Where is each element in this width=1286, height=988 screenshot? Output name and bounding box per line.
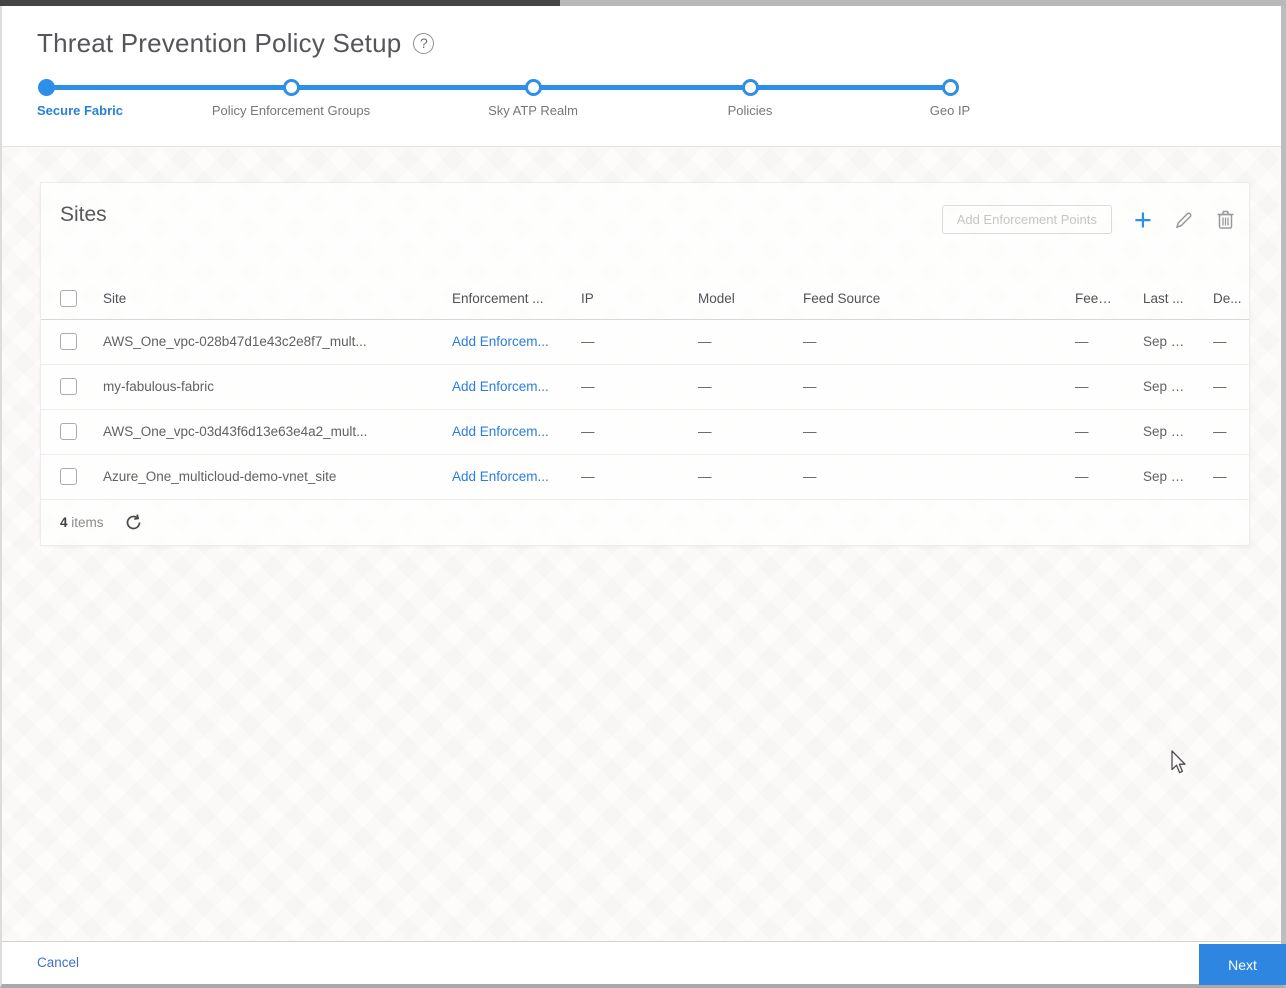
step-dot-policy-enforcement-groups[interactable] bbox=[283, 79, 300, 96]
column-header-feed-source[interactable]: Feed Source bbox=[784, 279, 1056, 320]
table-row[interactable]: my-fabulous-fabric Add Enforcem... — — —… bbox=[41, 364, 1249, 410]
refresh-button[interactable] bbox=[124, 513, 143, 532]
column-header-de[interactable]: De... bbox=[1194, 279, 1249, 320]
step-label-policies[interactable]: Policies bbox=[640, 103, 860, 118]
next-button[interactable]: Next bbox=[1199, 944, 1286, 985]
cancel-button[interactable]: Cancel bbox=[37, 955, 79, 970]
model-cell: — bbox=[679, 454, 784, 500]
pencil-icon bbox=[1175, 211, 1192, 228]
feed-cell: — bbox=[1056, 454, 1124, 500]
row-checkbox[interactable] bbox=[60, 333, 77, 350]
model-cell: — bbox=[679, 319, 784, 365]
last-cell: Sep 0... bbox=[1124, 454, 1194, 500]
trash-icon bbox=[1217, 210, 1234, 229]
site-name-cell: AWS_One_vpc-03d43f6d13e63e4a2_mult... bbox=[84, 409, 433, 455]
last-cell: Sep 0... bbox=[1124, 364, 1194, 410]
de-cell: — bbox=[1194, 454, 1249, 500]
row-checkbox[interactable] bbox=[60, 378, 77, 395]
page-title: Threat Prevention Policy Setup bbox=[37, 28, 402, 58]
select-all-checkbox[interactable] bbox=[60, 290, 77, 308]
site-name-cell: AWS_One_vpc-028b47d1e43c2e8f7_mult... bbox=[84, 319, 433, 365]
step-dot-secure-fabric[interactable] bbox=[38, 79, 55, 96]
step-dot-sky-atp-realm[interactable] bbox=[525, 79, 542, 96]
plus-icon: + bbox=[1133, 201, 1152, 237]
ip-cell: — bbox=[562, 319, 679, 365]
table-row[interactable]: AWS_One_vpc-028b47d1e43c2e8f7_mult... Ad… bbox=[41, 319, 1249, 365]
de-cell: — bbox=[1194, 409, 1249, 455]
table-header-row: Site Enforcement ... IP Model Feed Sourc… bbox=[41, 279, 1249, 320]
ip-cell: — bbox=[562, 364, 679, 410]
sites-panel: Sites Add Enforcement Points + Site Enfo… bbox=[40, 182, 1250, 546]
edit-site-button[interactable] bbox=[1174, 210, 1194, 230]
table-row[interactable]: Azure_One_multicloud-demo-vnet_site Add … bbox=[41, 454, 1249, 500]
step-label-geo-ip[interactable]: Geo IP bbox=[840, 103, 1060, 118]
sites-panel-title: Sites bbox=[60, 203, 107, 226]
de-cell: — bbox=[1194, 364, 1249, 410]
step-label-policy-enforcement-groups[interactable]: Policy Enforcement Groups bbox=[181, 103, 401, 118]
wizard-action-bar: Cancel Next bbox=[2, 941, 1286, 985]
row-checkbox[interactable] bbox=[60, 468, 77, 485]
last-cell: Sep 0... bbox=[1124, 409, 1194, 455]
window-frame-top bbox=[0, 0, 1286, 6]
table-footer: 4 items bbox=[41, 499, 1249, 546]
column-header-last[interactable]: Last ... bbox=[1124, 279, 1194, 320]
page-header: Threat Prevention Policy Setup ? bbox=[37, 28, 435, 59]
feed-source-cell: — bbox=[784, 364, 1056, 410]
last-cell: Sep 0... bbox=[1124, 319, 1194, 365]
feed-source-cell: — bbox=[784, 319, 1056, 365]
site-name-cell: Azure_One_multicloud-demo-vnet_site bbox=[84, 454, 433, 500]
feed-source-cell: — bbox=[784, 409, 1056, 455]
sites-toolbar: Add Enforcement Points + bbox=[941, 201, 1235, 237]
table-row[interactable]: AWS_One_vpc-03d43f6d13e63e4a2_mult... Ad… bbox=[41, 409, 1249, 455]
refresh-icon bbox=[126, 514, 140, 530]
column-header-feed[interactable]: Feed ... bbox=[1056, 279, 1124, 320]
de-cell: — bbox=[1194, 319, 1249, 365]
add-site-button[interactable]: + bbox=[1133, 201, 1152, 237]
add-enforcement-points-button[interactable]: Add Enforcement Points bbox=[941, 205, 1112, 234]
ip-cell: — bbox=[562, 409, 679, 455]
sites-table: Site Enforcement ... IP Model Feed Sourc… bbox=[41, 279, 1249, 500]
column-header-site[interactable]: Site bbox=[84, 279, 433, 320]
add-enforcement-link[interactable]: Add Enforcem... bbox=[452, 379, 549, 394]
items-count: 4 items bbox=[60, 515, 104, 530]
add-enforcement-link[interactable]: Add Enforcem... bbox=[452, 334, 549, 349]
step-dot-geo-ip[interactable] bbox=[942, 79, 959, 96]
feed-cell: — bbox=[1056, 364, 1124, 410]
site-name-cell: my-fabulous-fabric bbox=[84, 364, 433, 410]
model-cell: — bbox=[679, 409, 784, 455]
stepper-track bbox=[46, 85, 950, 90]
feed-source-cell: — bbox=[784, 454, 1056, 500]
column-header-model[interactable]: Model bbox=[679, 279, 784, 320]
step-label-secure-fabric[interactable]: Secure Fabric bbox=[37, 103, 123, 118]
feed-cell: — bbox=[1056, 409, 1124, 455]
frame-progress-segment bbox=[0, 0, 560, 6]
column-header-ip[interactable]: IP bbox=[562, 279, 679, 320]
add-enforcement-link[interactable]: Add Enforcem... bbox=[452, 469, 549, 484]
add-enforcement-link[interactable]: Add Enforcem... bbox=[452, 424, 549, 439]
row-checkbox[interactable] bbox=[60, 423, 77, 440]
ip-cell: — bbox=[562, 454, 679, 500]
model-cell: — bbox=[679, 364, 784, 410]
mouse-cursor bbox=[1171, 750, 1186, 774]
help-icon[interactable]: ? bbox=[413, 33, 435, 54]
step-dot-policies[interactable] bbox=[742, 79, 759, 96]
feed-cell: — bbox=[1056, 319, 1124, 365]
step-label-sky-atp-realm[interactable]: Sky ATP Realm bbox=[423, 103, 643, 118]
column-header-enforcement[interactable]: Enforcement ... bbox=[433, 279, 562, 320]
delete-site-button[interactable] bbox=[1216, 209, 1235, 230]
